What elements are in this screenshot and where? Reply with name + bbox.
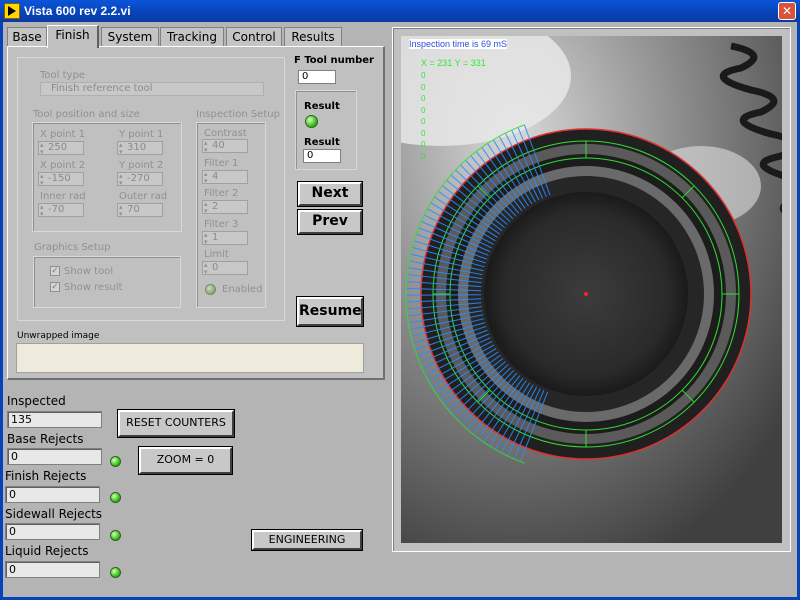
zero-value: 0 bbox=[421, 117, 426, 126]
base-rejects-label: Base Rejects bbox=[7, 432, 84, 446]
result-value: 0 bbox=[303, 149, 341, 163]
reset-counters-button[interactable]: RESET COUNTERS bbox=[117, 409, 235, 438]
y-point-1-label: Y point 1 bbox=[119, 129, 164, 140]
zero-value: 0 bbox=[421, 105, 426, 115]
result-led-label: Result bbox=[304, 101, 340, 112]
tab-system[interactable]: System bbox=[101, 27, 159, 47]
zero-value: 0 bbox=[421, 128, 426, 138]
inner-rad-input[interactable]: -70 bbox=[38, 201, 84, 220]
contrast-input[interactable]: 40 bbox=[202, 137, 248, 156]
show-result-label: Show result bbox=[64, 282, 123, 293]
prev-button[interactable]: Prev bbox=[297, 209, 363, 235]
unwrapped-image-label: Unwrapped image bbox=[17, 331, 100, 341]
window-title: Vista 600 rev 2.2.vi bbox=[24, 4, 131, 18]
cursor-coordinates: X = 231 Y = 331 bbox=[421, 58, 486, 68]
inspection-setup-label: Inspection Setup bbox=[196, 109, 280, 120]
zero-value: 0 bbox=[421, 140, 426, 149]
base-rejects-value: 0 bbox=[7, 448, 102, 465]
base-rejects-led bbox=[110, 456, 121, 467]
unwrapped-image-display bbox=[16, 343, 364, 373]
tool-type-label: Tool type bbox=[40, 70, 85, 81]
f-tool-number-label: F Tool number bbox=[294, 55, 374, 66]
limit-input[interactable]: 0 bbox=[202, 259, 248, 278]
inspected-label: Inspected bbox=[7, 394, 66, 408]
show-tool-label: Show tool bbox=[64, 266, 114, 277]
zero-value: 0 bbox=[421, 94, 426, 103]
tab-finish[interactable]: Finish bbox=[47, 25, 99, 48]
sidewall-rejects-led bbox=[110, 530, 121, 541]
y-point-2-input[interactable]: -270 bbox=[117, 170, 163, 189]
enabled-label: Enabled bbox=[222, 284, 263, 295]
f-tool-number-input[interactable]: 0 bbox=[298, 70, 336, 84]
next-button[interactable]: Next bbox=[297, 181, 363, 207]
filter-1-label: Filter 1 bbox=[204, 158, 239, 169]
tool-position-label: Tool position and size bbox=[33, 109, 140, 120]
x-point-2-label: X point 2 bbox=[40, 160, 86, 171]
close-button[interactable]: ✕ bbox=[778, 2, 796, 20]
x-point-2-input[interactable]: -150 bbox=[38, 170, 84, 189]
graphics-setup-label: Graphics Setup bbox=[34, 242, 111, 253]
finish-rejects-label: Finish Rejects bbox=[5, 469, 87, 483]
filter-3-input[interactable]: 1 bbox=[202, 229, 248, 248]
tab-results[interactable]: Results bbox=[284, 27, 342, 47]
enabled-led[interactable] bbox=[205, 284, 216, 295]
y-point-1-input[interactable]: 310 bbox=[117, 139, 163, 158]
app-icon bbox=[4, 3, 20, 19]
limit-label: Limit bbox=[204, 249, 229, 260]
result-led bbox=[305, 115, 318, 128]
zero-value: 0 bbox=[421, 71, 426, 80]
title-bar: Vista 600 rev 2.2.vi ✕ bbox=[0, 0, 800, 22]
result-label: Result bbox=[304, 137, 340, 148]
filter-1-input[interactable]: 4 bbox=[202, 168, 248, 187]
sidewall-rejects-value: 0 bbox=[5, 523, 100, 540]
liquid-rejects-value: 0 bbox=[5, 561, 100, 578]
zero-value: 0 bbox=[421, 82, 426, 92]
show-tool-checkbox[interactable]: ✓ bbox=[50, 266, 60, 276]
show-result-checkbox[interactable]: ✓ bbox=[50, 282, 60, 292]
tab-base[interactable]: Base bbox=[7, 27, 47, 47]
x-point-1-label: X point 1 bbox=[40, 129, 86, 140]
resume-button[interactable]: Resume bbox=[296, 296, 364, 327]
x-point-1-input[interactable]: 250 bbox=[38, 139, 84, 158]
tool-type-value: Finish reference tool bbox=[51, 83, 153, 94]
tool-type-selector[interactable]: Finish reference tool bbox=[40, 82, 264, 96]
inspected-value: 135 bbox=[7, 411, 102, 428]
inspection-image-svg bbox=[401, 36, 782, 543]
tab-control[interactable]: Control bbox=[226, 27, 282, 47]
filter-2-label: Filter 2 bbox=[204, 188, 239, 199]
liquid-rejects-led bbox=[110, 567, 121, 578]
liquid-rejects-label: Liquid Rejects bbox=[5, 544, 89, 558]
y-point-2-label: Y point 2 bbox=[119, 160, 164, 171]
finish-rejects-value: 0 bbox=[5, 486, 100, 503]
filter-2-input[interactable]: 2 bbox=[202, 198, 248, 217]
outer-rad-input[interactable]: 70 bbox=[117, 201, 163, 220]
filter-3-label: Filter 3 bbox=[204, 219, 239, 230]
zero-value: 0 bbox=[421, 151, 426, 161]
sidewall-rejects-label: Sidewall Rejects bbox=[5, 507, 103, 521]
engineering-button[interactable]: ENGINEERING bbox=[251, 529, 363, 551]
finish-rejects-led bbox=[110, 492, 121, 503]
contrast-label: Contrast bbox=[204, 128, 247, 139]
inner-rad-label: Inner rad bbox=[40, 191, 86, 202]
outer-rad-label: Outer rad bbox=[119, 191, 168, 202]
tab-tracking[interactable]: Tracking bbox=[160, 27, 224, 47]
inspection-time-text: Inspection time is 69 mS bbox=[409, 39, 508, 49]
zoom-button[interactable]: ZOOM = 0 bbox=[138, 446, 233, 475]
camera-image[interactable] bbox=[401, 36, 782, 543]
